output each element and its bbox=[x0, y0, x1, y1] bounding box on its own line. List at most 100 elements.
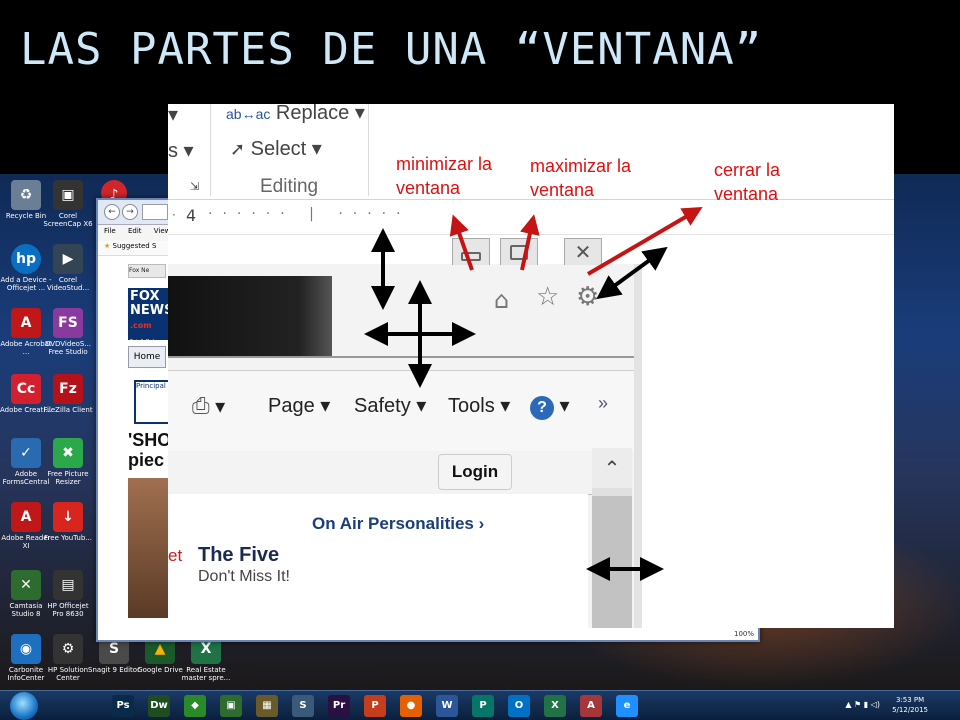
page-menu[interactable]: Page ▾ bbox=[268, 393, 330, 418]
login-button[interactable]: Login bbox=[438, 454, 512, 490]
ruler-ticks: ······ | ····· bbox=[208, 206, 411, 222]
adobe-creative-cloud-icon: Cc bbox=[11, 374, 41, 404]
settings-gear-icon[interactable]: ⚙ bbox=[576, 282, 599, 312]
close-icon: ✕ bbox=[574, 240, 592, 264]
hp-solution-center-icon: ⚙ bbox=[53, 634, 83, 664]
zoomed-screenshot: ▾ s ▾ ⇲ ab↔ac Replace ▾ ➚ Select ▾ Editi… bbox=[168, 104, 894, 628]
desktop-icon-dvdvideosoft[interactable]: FS DVDVideoS... Free Studio bbox=[42, 308, 94, 356]
close-annotation: cerrar la ventana bbox=[714, 160, 781, 204]
nav-home[interactable]: Home bbox=[128, 346, 166, 368]
news-photo[interactable] bbox=[128, 478, 168, 618]
desktop-icon-free-youtube[interactable]: ↓ Free YouTub... bbox=[42, 502, 94, 542]
corel-screencap-icon: ▣ bbox=[53, 180, 83, 210]
news-headline[interactable]: 'SHO piec bbox=[128, 430, 171, 470]
principal-ad[interactable]: Principal bbox=[134, 380, 172, 424]
publisher-app[interactable]: P bbox=[472, 695, 494, 717]
maximize-button[interactable] bbox=[500, 238, 538, 265]
filezilla-icon: Fz bbox=[53, 374, 83, 404]
home-icon[interactable]: ⌂ bbox=[494, 286, 509, 314]
desktop-icon-hp-solution-center[interactable]: ⚙ HP Solution Center bbox=[42, 634, 94, 682]
cursor-icon: ➚ bbox=[230, 139, 246, 159]
ribbon-dropdown-arrow[interactable]: ▾ bbox=[168, 104, 178, 127]
recycle-bin-icon: ♻ bbox=[11, 180, 41, 210]
taskbar: Ps Dw ◆ ▣ ▦ S Pr P ● W P O X Ae ▲ ⚑ ▮ ◁) 3:53 PM 5/12… bbox=[0, 690, 960, 720]
corel-videostudio-icon: ▶ bbox=[53, 244, 83, 274]
dreamweaver-app[interactable]: Dw bbox=[148, 695, 170, 717]
dialog-launcher-icon[interactable]: ⇲ bbox=[190, 180, 199, 193]
minimize-icon bbox=[461, 251, 481, 261]
command-bar: ⎙ ▾ Page ▾ Safety ▾ Tools ▾ ? ▾ » bbox=[168, 370, 634, 451]
clock[interactable]: 3:53 PM 5/12/2015 bbox=[892, 695, 928, 715]
premiere-app[interactable]: Pr bbox=[328, 695, 350, 717]
maximize-annotation: maximizar la ventana bbox=[530, 156, 632, 200]
browser-tab[interactable]: Fox Ne bbox=[128, 264, 166, 278]
menu-edit[interactable]: Edit bbox=[128, 227, 142, 235]
close-button[interactable]: ✕ bbox=[564, 238, 602, 265]
address-field[interactable] bbox=[142, 204, 168, 220]
snagit-app[interactable]: S bbox=[292, 695, 314, 717]
ribbon-separator bbox=[210, 104, 211, 196]
help-menu[interactable]: ? ▾ bbox=[530, 393, 570, 420]
fox-news-logo[interactable]: FOX NEWS .com Fair & Balance bbox=[128, 288, 173, 345]
hp-icon: hp bbox=[11, 244, 41, 274]
favorites-star-icon: ★ bbox=[104, 242, 111, 250]
start-button[interactable] bbox=[10, 692, 38, 720]
show-title[interactable]: The Five bbox=[198, 544, 279, 567]
dvdvideosoft-icon: FS bbox=[53, 308, 83, 338]
favorites-icon[interactable]: ☆ bbox=[536, 282, 559, 312]
slide-title: LAS PARTES DE UNA “VENTANA” bbox=[20, 24, 763, 75]
suggested-sites-link[interactable]: Suggested S bbox=[113, 242, 157, 250]
more-commands-chevron[interactable]: » bbox=[598, 393, 608, 414]
windows-explorer-app[interactable]: ▦ bbox=[256, 695, 278, 717]
outlook-app[interactable]: O bbox=[508, 695, 530, 717]
internet-explorer-app[interactable]: e bbox=[616, 695, 638, 717]
on-air-link[interactable]: On Air Personalities › bbox=[312, 514, 484, 534]
camtasia-app[interactable]: ▣ bbox=[220, 695, 242, 717]
safety-menu[interactable]: Safety ▾ bbox=[354, 393, 426, 418]
tools-menu[interactable]: Tools ▾ bbox=[448, 393, 510, 418]
powerpoint-app[interactable]: P bbox=[364, 695, 386, 717]
word-app[interactable]: W bbox=[436, 695, 458, 717]
menu-file[interactable]: File bbox=[104, 227, 116, 235]
select-button[interactable]: ➚ Select ▾ bbox=[230, 136, 322, 161]
obscured-page-area bbox=[168, 276, 332, 358]
photoshop-app[interactable]: Ps bbox=[112, 695, 134, 717]
ruler[interactable]: · 4 ······ | ····· bbox=[168, 202, 894, 235]
dropbox-app[interactable]: ◆ bbox=[184, 695, 206, 717]
desktop-icon-corel-videostudio[interactable]: ▶ Corel VideoStud... bbox=[42, 244, 94, 292]
free-picture-resizer-icon: ✖ bbox=[53, 438, 83, 468]
camtasia-icon: ✕ bbox=[11, 570, 41, 600]
zoom-level[interactable]: 100% bbox=[734, 630, 754, 638]
zoomed-browser-window[interactable]: ✕ ⌂ ☆ ⚙ ⎙ ▾ Page ▾ Safety ▾ Tools ▾ ? ▾ … bbox=[168, 238, 642, 628]
replace-button[interactable]: ab↔ac Replace ▾ bbox=[226, 104, 365, 125]
minimize-button[interactable] bbox=[452, 238, 490, 265]
excel-app[interactable]: X bbox=[544, 695, 566, 717]
help-icon: ? bbox=[530, 396, 554, 420]
print-button[interactable]: ⎙ ▾ bbox=[192, 393, 225, 419]
desktop-icon-free-picture-resizer[interactable]: ✖ Free Picture Resizer bbox=[42, 438, 94, 486]
back-icon[interactable]: ← bbox=[104, 204, 120, 220]
printer-icon: ⎙ bbox=[192, 393, 210, 418]
forward-icon[interactable]: → bbox=[122, 204, 138, 220]
ribbon-fragment: s ▾ bbox=[168, 140, 194, 162]
adobe-formscentral-icon: ✓ bbox=[11, 438, 41, 468]
printer-icon: ▤ bbox=[53, 570, 83, 600]
desktop-icon-filezilla[interactable]: Fz FileZilla Client bbox=[42, 374, 94, 414]
ruler-ticks-left: · bbox=[172, 208, 176, 222]
slide: ♻ Recycle Bin ▣ Corel ScreenCap X6 ♪ hp Add… bbox=[0, 0, 960, 720]
access-app[interactable]: A bbox=[580, 695, 602, 717]
scroll-up-chevron-icon[interactable]: ⌃ bbox=[592, 448, 632, 488]
scrollbar-thumb[interactable] bbox=[592, 496, 632, 628]
system-tray[interactable]: ▲ ⚑ ▮ ◁) bbox=[845, 700, 880, 709]
free-youtube-icon: ↓ bbox=[53, 502, 83, 532]
vertical-scrollbar[interactable]: ⌃ bbox=[592, 448, 632, 628]
firefox-app[interactable]: ● bbox=[400, 695, 422, 717]
editing-group-label: Editing bbox=[260, 176, 319, 197]
edge-fragment: et bbox=[168, 546, 183, 565]
desktop-icon-hp-officejet[interactable]: ▤ HP Officejet Pro 8630 bbox=[42, 570, 94, 618]
show-subtitle: Don't Miss It! bbox=[198, 568, 290, 585]
carbonite-icon: ◉ bbox=[11, 634, 41, 664]
restore-icon bbox=[510, 244, 528, 260]
desktop-icon-corel-screencap[interactable]: ▣ Corel ScreenCap X6 bbox=[42, 180, 94, 228]
replace-icon: ab↔ac bbox=[226, 106, 271, 122]
